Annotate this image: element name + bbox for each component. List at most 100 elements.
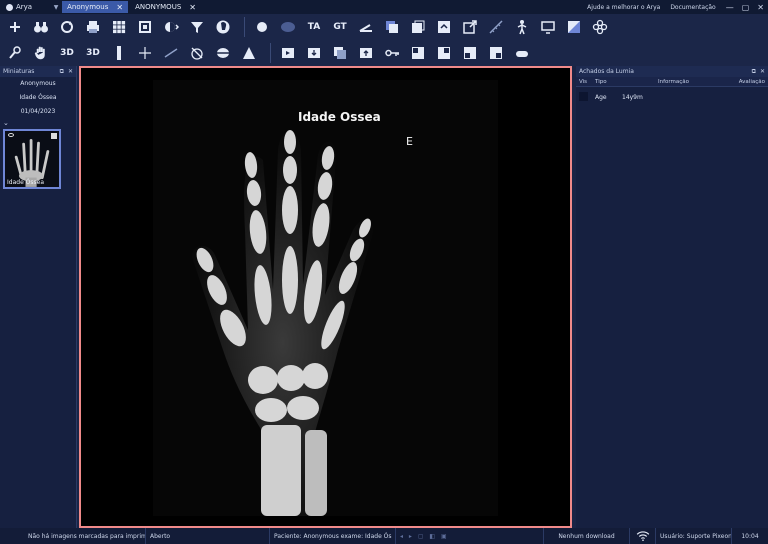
ellipse-roi-icon[interactable] (212, 42, 234, 64)
study-name: Idade Óssea (19, 94, 57, 101)
tag-gt-icon[interactable]: GT (329, 16, 351, 38)
annotation-icon[interactable] (238, 42, 260, 64)
close-icon[interactable]: ✕ (116, 3, 123, 12)
column-aval[interactable]: Avaliação (722, 79, 768, 85)
maximize-icon[interactable]: ▢ (742, 3, 750, 12)
add-icon[interactable] (4, 16, 26, 38)
chevron-down-icon[interactable]: ⌄ (0, 119, 76, 127)
arya-logo-icon (6, 3, 13, 11)
series-count-icon (51, 133, 57, 139)
study-date: 01/04/2023 (20, 108, 56, 115)
filter-icon[interactable] (186, 16, 208, 38)
protractor-icon[interactable] (186, 42, 208, 64)
minimize-icon[interactable]: — (726, 3, 734, 12)
crosshair-icon[interactable] (134, 42, 156, 64)
invert-icon[interactable] (563, 16, 585, 38)
layers-2d-icon[interactable] (381, 16, 403, 38)
column-tipo[interactable]: Tipo (592, 79, 622, 85)
series-thumbnail[interactable]: Idade Óssea (3, 129, 61, 189)
user-info: Usuário: Suporte Pixeon (656, 528, 732, 544)
head-scan-icon[interactable] (212, 16, 234, 38)
layout-1-icon[interactable] (407, 42, 429, 64)
undock-icon[interactable]: ⧉ (752, 68, 756, 76)
layout-4-icon[interactable] (485, 42, 507, 64)
nav-icons[interactable]: ◂ ▸ ▢ ◧ ▣ (400, 533, 449, 540)
undock-icon[interactable]: ⧉ (60, 68, 64, 76)
window-level-icon[interactable] (160, 16, 182, 38)
tipo-cell: Age (595, 93, 607, 101)
external-link-icon[interactable] (459, 16, 481, 38)
visibility-icon[interactable] (8, 133, 14, 137)
ruler-vertical-icon[interactable] (108, 42, 130, 64)
stack-icon[interactable] (329, 42, 351, 64)
rotate-3d-icon[interactable]: 3D (56, 42, 78, 64)
layout-2-icon[interactable] (433, 42, 455, 64)
print-status: Não há imagens marcadas para imprimir (0, 528, 146, 544)
panel-header: Miniaturas ⧉ ✕ (0, 66, 76, 77)
visibility-cell (576, 91, 592, 103)
tab-anonymous-active[interactable]: Anonymous ✕ (62, 1, 129, 13)
panel-title: Achados da Lumia (579, 68, 634, 75)
print-icon[interactable] (82, 16, 104, 38)
mpr-3d-icon[interactable]: 3D (82, 42, 104, 64)
3d-label: 3D (86, 48, 100, 58)
app-menu[interactable]: Arya (0, 3, 38, 11)
toolbar-row-2: 3D 3D (0, 40, 768, 66)
close-icon[interactable]: ✕ (68, 68, 73, 76)
skeleton-icon[interactable] (511, 16, 533, 38)
toolbar-separator (244, 17, 245, 37)
toolbar-row-1: TA GT (0, 14, 768, 40)
table-row[interactable]: Age 14y9m (576, 91, 768, 103)
viewer-title: Idade Ossea (298, 110, 381, 124)
angle-icon[interactable] (355, 16, 377, 38)
key-icon[interactable] (381, 42, 403, 64)
column-vis[interactable]: Vis (576, 79, 592, 85)
grid-layout-icon[interactable] (108, 16, 130, 38)
column-info[interactable]: Informação (622, 79, 722, 85)
circle-icon[interactable] (251, 16, 273, 38)
rotate-icon[interactable] (56, 16, 78, 38)
patient-info: Paciente: Anonymous exame: Idade Ós (270, 528, 396, 544)
close-icon[interactable]: ✕ (760, 68, 765, 76)
text-tag-icon[interactable]: TA (303, 16, 325, 38)
docs-link[interactable]: Documentação (670, 4, 715, 11)
wifi-icon (630, 528, 656, 544)
image-viewport[interactable]: Idade Ossea E (79, 66, 572, 528)
line-measure-icon[interactable] (160, 42, 182, 64)
visibility-checkbox[interactable] (579, 91, 588, 101)
close-window-icon[interactable]: ✕ (757, 3, 764, 12)
series-export-icon[interactable] (433, 16, 455, 38)
pan-hand-icon[interactable] (30, 42, 52, 64)
titlebar-right: Ajude a melhorar o Arya Documentação — ▢… (587, 3, 768, 12)
layout-3-icon[interactable] (459, 42, 481, 64)
window-controls: — ▢ ✕ (726, 3, 764, 12)
fit-window-icon[interactable] (134, 16, 156, 38)
binoculars-icon[interactable] (30, 16, 52, 38)
probe-icon[interactable] (4, 42, 26, 64)
xray-drawing (153, 80, 498, 516)
play-series-icon[interactable] (277, 42, 299, 64)
panel-controls: ⧉ ✕ (60, 68, 73, 76)
hand-xray-image (153, 80, 498, 516)
upload-series-icon[interactable] (355, 42, 377, 64)
download-series-icon[interactable] (303, 42, 325, 64)
monitor-icon[interactable] (537, 16, 559, 38)
close-icon[interactable]: ✕ (189, 3, 196, 12)
gt-label: GT (333, 22, 347, 32)
flower-icon[interactable] (589, 16, 611, 38)
help-link[interactable]: Ajude a melhorar o Arya (587, 4, 660, 11)
ellipse-icon[interactable] (277, 16, 299, 38)
panel-header: Achados da Lumia ⧉ ✕ (576, 66, 768, 77)
thumbnails-panel: Miniaturas ⧉ ✕ Anonymous Idade Óssea 01/… (0, 66, 77, 528)
info-cell: 14y9m (622, 93, 643, 101)
patient-name: Anonymous (20, 80, 56, 87)
tab-anonymous[interactable]: ANONYMOUS ✕ (130, 1, 201, 13)
chevron-down-icon[interactable]: ▼ (50, 4, 62, 11)
laterality-marker: E (406, 135, 413, 148)
findings-panel: Achados da Lumia ⧉ ✕ Vis Tipo Informação… (576, 66, 768, 528)
series-copy-icon[interactable] (407, 16, 429, 38)
download-status: Nenhum download (544, 528, 630, 544)
measure-icon[interactable] (485, 16, 507, 38)
capsule-icon[interactable] (511, 42, 533, 64)
app-window: Arya ▼ Anonymous ✕ ANONYMOUS ✕ Ajude a m… (0, 0, 768, 544)
